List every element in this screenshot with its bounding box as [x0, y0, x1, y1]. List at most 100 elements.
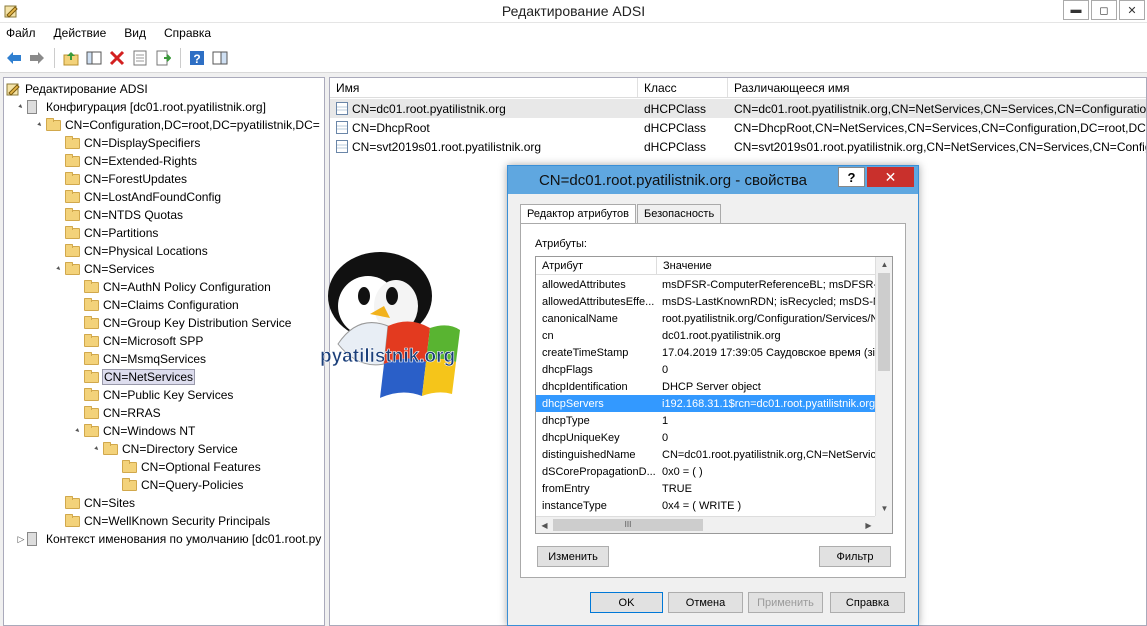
- tree-node[interactable]: ▲ Конфигурация [dc01.root.pyatilistnik.or…: [15, 98, 266, 116]
- scroll-up-icon[interactable]: ▲: [876, 257, 892, 273]
- tree-node[interactable]: CN=Sites: [53, 494, 135, 512]
- menu-help[interactable]: Справка: [164, 26, 211, 40]
- tree-node[interactable]: CN=Partitions: [53, 224, 158, 242]
- tree-node[interactable]: CN=RRAS: [72, 404, 161, 422]
- tree-node-label: CN=Optional Features: [141, 460, 261, 474]
- expander-icon[interactable]: ▲: [92, 444, 103, 455]
- filter-button[interactable]: Фильтр: [819, 546, 891, 567]
- cancel-button[interactable]: Отмена: [668, 592, 743, 613]
- tree-node[interactable]: CN=MsmqServices: [72, 350, 206, 368]
- object-icon: [336, 102, 348, 115]
- minimize-button[interactable]: ▬: [1063, 0, 1089, 20]
- tab-security[interactable]: Безопасность: [637, 204, 722, 224]
- column-header-class[interactable]: Класс: [638, 78, 728, 97]
- vertical-scrollbar[interactable]: ▲ ▼: [875, 257, 892, 517]
- column-header-value[interactable]: Значение: [657, 257, 876, 274]
- tree-node[interactable]: CN=NetServices: [72, 368, 196, 386]
- attribute-name: canonicalName: [542, 312, 618, 325]
- server-icon: [27, 532, 43, 546]
- menu-file[interactable]: Файл: [6, 26, 36, 40]
- tree-node[interactable]: CN=Group Key Distribution Service: [72, 314, 291, 332]
- tree-node[interactable]: ▲ CN=Configuration,DC=root,DC=pyatilistni…: [34, 116, 320, 134]
- folder-up-icon[interactable]: [60, 47, 81, 68]
- tree-node[interactable]: CN=Optional Features: [110, 458, 261, 476]
- expander-icon[interactable]: ▲: [16, 102, 27, 113]
- attribute-row[interactable]: allowedAttributes msDFSR-ComputerReferenc…: [536, 276, 876, 293]
- attribute-row[interactable]: cn dc01.root.pyatilistnik.org: [536, 327, 876, 344]
- tree-node[interactable]: CN=Microsoft SPP: [72, 332, 203, 350]
- list-item-class: dHCPClass: [644, 139, 707, 154]
- forward-arrow-icon[interactable]: [26, 47, 47, 68]
- attribute-row[interactable]: dhcpType 1: [536, 412, 876, 429]
- export-icon[interactable]: [152, 47, 173, 68]
- tree-node-label: CN=Physical Locations: [84, 244, 208, 258]
- tree-node[interactable]: CN=DisplaySpecifiers: [53, 134, 200, 152]
- column-header-attribute[interactable]: Атрибут: [536, 257, 657, 274]
- maximize-button[interactable]: ◻: [1091, 0, 1117, 20]
- tree-node[interactable]: ▲ CN=Windows NT: [72, 422, 195, 440]
- tree-node[interactable]: ▲ CN=Services: [53, 260, 154, 278]
- tree-node[interactable]: CN=Claims Configuration: [72, 296, 239, 314]
- menu-view[interactable]: Вид: [124, 26, 146, 40]
- tree-node-label: CN=Directory Service: [122, 442, 238, 456]
- tree-node[interactable]: ▷ Контекст именования по умолчанию [dc01.…: [15, 530, 321, 548]
- list-item[interactable]: CN=svt2019s01.root.pyatilistnik.org dHCP…: [330, 137, 1146, 156]
- expander-icon[interactable]: ▲: [54, 264, 65, 275]
- vertical-scroll-thumb[interactable]: [878, 273, 890, 371]
- attributes-grid[interactable]: Атрибут Значение allowedAttributes msDFSR…: [535, 256, 893, 534]
- attribute-row[interactable]: instanceType 0x4 = ( WRITE ): [536, 497, 876, 514]
- tree-node[interactable]: CN=ForestUpdates: [53, 170, 187, 188]
- column-header-name[interactable]: Имя: [330, 78, 638, 97]
- attribute-row[interactable]: allowedAttributesEffe... msDS-LastKnownRD…: [536, 293, 876, 310]
- tree-node[interactable]: CN=AuthN Policy Configuration: [72, 278, 271, 296]
- apply-button[interactable]: Применить: [748, 592, 823, 613]
- attribute-row[interactable]: dhcpIdentification DHCP Server object: [536, 378, 876, 395]
- back-arrow-icon[interactable]: [3, 47, 24, 68]
- object-icon: [336, 140, 348, 153]
- help-button[interactable]: Справка: [830, 592, 905, 613]
- toolbar: ?: [0, 43, 1147, 73]
- dialog-help-button[interactable]: ?: [838, 167, 865, 187]
- ok-button[interactable]: OK: [590, 592, 663, 613]
- list-item-class: dHCPClass: [644, 120, 707, 135]
- attribute-row[interactable]: dSCorePropagationD... 0x0 = ( ): [536, 463, 876, 480]
- console-tree[interactable]: Редактирование ADSI ▲ Конфигурация [dc01.…: [3, 77, 325, 626]
- tree-node[interactable]: CN=Physical Locations: [53, 242, 208, 260]
- scroll-left-icon[interactable]: ◀: [536, 517, 553, 533]
- attribute-row[interactable]: dhcpFlags 0: [536, 361, 876, 378]
- tree-node[interactable]: CN=Extended-Rights: [53, 152, 197, 170]
- tree-node[interactable]: CN=LostAndFoundConfig: [53, 188, 221, 206]
- attribute-row[interactable]: distinguishedName CN=dc01.root.pyatilistn…: [536, 446, 876, 463]
- attribute-row[interactable]: dhcpUniqueKey 0: [536, 429, 876, 446]
- menu-action[interactable]: Действие: [54, 26, 107, 40]
- attribute-row[interactable]: dhcpServers i192.168.31.1$rcn=dc01.root.p…: [536, 395, 876, 412]
- console-tree-icon[interactable]: [83, 47, 104, 68]
- horizontal-scrollbar[interactable]: ◀ III ▶: [536, 516, 877, 533]
- attribute-row[interactable]: createTimeStamp 17.04.2019 17:39:05 Саудо…: [536, 344, 876, 361]
- dialog-close-button[interactable]: ✕: [867, 167, 914, 187]
- tree-node[interactable]: CN=NTDS Quotas: [53, 206, 183, 224]
- list-item[interactable]: CN=dc01.root.pyatilistnik.org dHCPClass …: [330, 99, 1146, 118]
- list-item[interactable]: CN=DhcpRoot dHCPClass CN=DhcpRoot,CN=Net…: [330, 118, 1146, 137]
- scroll-down-icon[interactable]: ▼: [876, 501, 892, 517]
- attribute-row[interactable]: fromEntry TRUE: [536, 480, 876, 497]
- properties-icon[interactable]: [129, 47, 150, 68]
- tree-node[interactable]: CN=Public Key Services: [72, 386, 233, 404]
- expander-icon[interactable]: ▲: [35, 120, 46, 131]
- tree-node[interactable]: CN=WellKnown Security Principals: [53, 512, 270, 530]
- edit-button[interactable]: Изменить: [537, 546, 609, 567]
- delete-icon[interactable]: [106, 47, 127, 68]
- close-button[interactable]: ✕: [1119, 0, 1145, 20]
- column-header-dn[interactable]: Различающееся имя: [728, 78, 1146, 97]
- tab-attribute-editor[interactable]: Редактор атрибутов: [520, 204, 637, 225]
- pyatilistnik-logo: pyatilistnik.org: [318, 244, 468, 409]
- attribute-row[interactable]: canonicalName root.pyatilistnik.org/Confi…: [536, 310, 876, 327]
- expander-icon[interactable]: ▲: [73, 426, 84, 437]
- tree-node[interactable]: ▲ CN=Directory Service: [91, 440, 238, 458]
- horizontal-scroll-thumb[interactable]: III: [553, 519, 703, 531]
- help-icon[interactable]: ?: [186, 47, 207, 68]
- tree-node[interactable]: CN=Query-Policies: [110, 476, 243, 494]
- tree-root[interactable]: Редактирование ADSI: [6, 80, 148, 98]
- view-icon[interactable]: [209, 47, 230, 68]
- expander-icon[interactable]: ▷: [15, 534, 27, 545]
